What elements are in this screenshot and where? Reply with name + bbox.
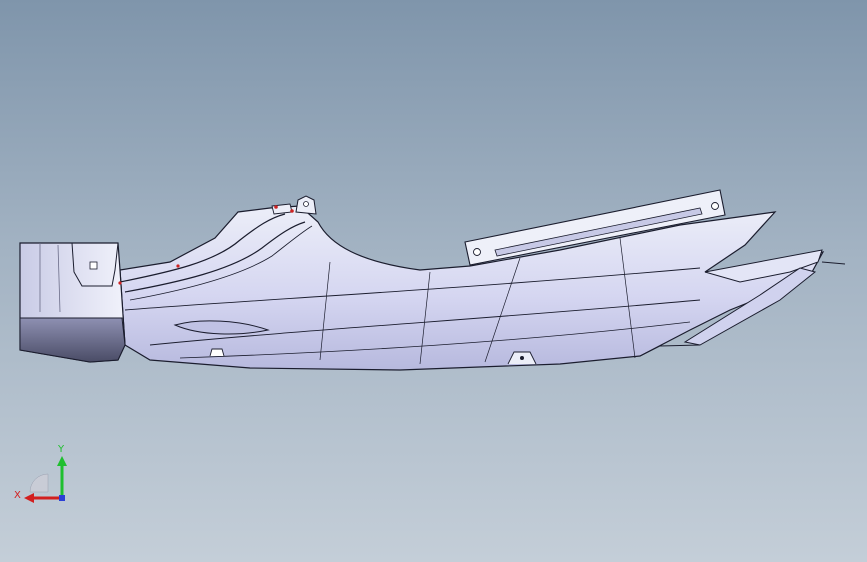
main-body-shell [119,205,825,371]
feature-marker [176,264,180,268]
orientation-triad: Y X [14,444,67,503]
feature-marker [290,209,294,213]
part-model[interactable] [0,0,867,562]
front-box-dark-band [19,317,126,363]
front-box-slot [89,261,98,270]
z-axis-marker-icon [59,495,65,501]
x-axis-arrowhead [24,493,34,503]
bottom-tab-left [209,348,225,357]
x-axis-label: X [14,490,21,501]
rear-wire-tip [821,261,846,265]
cad-3d-viewport[interactable]: Y X [0,0,867,562]
rear-bracket-hole-right [711,202,719,210]
neck-mount-hole [303,201,309,207]
y-axis-label: Y [57,444,65,455]
rear-bracket-hole-left [473,248,481,256]
feature-marker [274,205,278,209]
feature-marker [118,281,122,285]
bottom-tab-hole [520,356,524,360]
neck-small-tab [271,203,293,215]
y-axis-arrowhead [57,456,67,466]
triad-plane-icon [29,473,49,493]
